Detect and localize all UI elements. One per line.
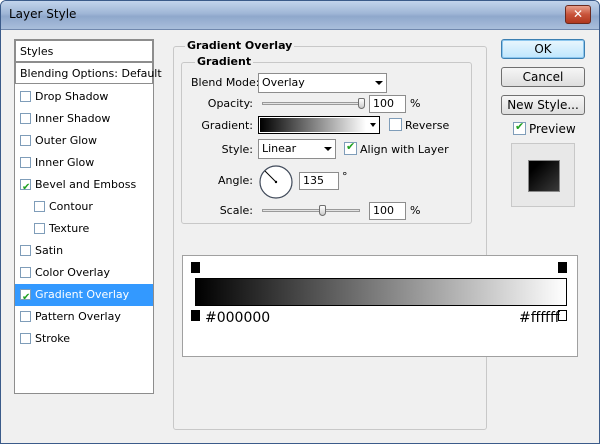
close-button[interactable]: ✕ xyxy=(565,5,591,24)
scale-slider-thumb[interactable] xyxy=(319,205,326,216)
list-item-inner-glow[interactable]: Inner Glow xyxy=(15,152,153,174)
reverse-label: Reverse xyxy=(405,119,450,132)
gradient-label: Gradient: xyxy=(201,119,253,132)
angle-input[interactable]: 135 xyxy=(299,172,339,190)
checkbox[interactable]: ✔ xyxy=(20,289,31,303)
checkbox[interactable] xyxy=(20,311,31,322)
scale-label: Scale: xyxy=(219,204,253,217)
list-item-drop-shadow[interactable]: Drop Shadow xyxy=(15,86,153,108)
styles-header[interactable]: Styles xyxy=(15,40,153,62)
color-stop-left[interactable] xyxy=(191,310,200,321)
window-title: Layer Style xyxy=(9,7,77,21)
chevron-down-icon[interactable] xyxy=(370,123,376,127)
reverse-checkbox[interactable] xyxy=(389,118,402,131)
gradient-editor: #000000 #ffffff xyxy=(182,255,578,357)
checkbox[interactable] xyxy=(20,135,31,146)
cancel-button[interactable]: Cancel xyxy=(501,67,585,87)
align-with-layer-label: Align with Layer xyxy=(360,143,449,156)
style-select[interactable]: Linear xyxy=(258,139,336,159)
list-item-bevel-and-emboss[interactable]: ✔ Bevel and Emboss xyxy=(15,174,153,196)
end-color-hex: #ffffff xyxy=(519,310,560,326)
close-icon: ✕ xyxy=(572,7,584,21)
opacity-stop-right[interactable] xyxy=(558,262,567,273)
angle-unit: ° xyxy=(342,170,348,183)
checkbox[interactable] xyxy=(20,333,31,344)
checkbox[interactable] xyxy=(20,91,31,102)
list-item-texture[interactable]: Texture xyxy=(15,218,153,240)
gradient-overlay-title: Gradient Overlay xyxy=(185,39,295,52)
dialog-content: Styles Blending Options: Default Drop Sh… xyxy=(1,30,599,443)
angle-label: Angle: xyxy=(217,174,253,187)
blend-mode-select[interactable]: Overlay xyxy=(258,73,387,93)
opacity-stop-left[interactable] xyxy=(191,262,200,273)
opacity-input[interactable]: 100 xyxy=(369,95,406,113)
list-item-outer-glow[interactable]: Outer Glow xyxy=(15,130,153,152)
checkbox[interactable]: ✔ xyxy=(20,179,31,193)
list-item-gradient-overlay[interactable]: ✔ Gradient Overlay xyxy=(15,284,153,306)
opacity-slider-thumb[interactable] xyxy=(358,98,365,109)
preview-thumbnail xyxy=(511,143,575,207)
list-item-color-overlay[interactable]: Color Overlay xyxy=(15,262,153,284)
start-color-hex: #000000 xyxy=(205,310,271,326)
list-item-satin[interactable]: Satin xyxy=(15,240,153,262)
checkbox[interactable] xyxy=(20,267,31,278)
chevron-down-icon xyxy=(375,81,383,85)
list-item-stroke[interactable]: Stroke xyxy=(15,328,153,350)
list-item-inner-shadow[interactable]: Inner Shadow xyxy=(15,108,153,130)
list-item-pattern-overlay[interactable]: Pattern Overlay xyxy=(15,306,153,328)
list-item-contour[interactable]: Contour xyxy=(15,196,153,218)
preview-label: Preview xyxy=(529,122,576,136)
chevron-down-icon xyxy=(324,147,332,151)
check-icon: ✔ xyxy=(346,140,356,153)
angle-dial[interactable] xyxy=(258,164,294,200)
preview-swatch xyxy=(528,160,560,192)
layer-style-dialog: Layer Style ✕ Styles Blending Options: D… xyxy=(0,0,600,444)
checkbox[interactable] xyxy=(20,113,31,124)
opacity-slider-track[interactable] xyxy=(262,102,362,105)
new-style-button[interactable]: New Style... xyxy=(501,95,585,115)
opacity-unit: % xyxy=(410,97,421,110)
scale-unit: % xyxy=(410,204,421,217)
checkbox[interactable] xyxy=(34,201,45,212)
scale-input[interactable]: 100 xyxy=(369,202,406,220)
style-label: Style: xyxy=(221,143,253,156)
opacity-label: Opacity: xyxy=(207,97,253,110)
checkbox[interactable] xyxy=(20,157,31,168)
checkbox[interactable] xyxy=(20,245,31,256)
gradient-picker[interactable] xyxy=(258,116,380,134)
check-icon: ✔ xyxy=(515,120,525,133)
ok-button[interactable]: OK xyxy=(501,39,585,59)
scale-slider-track[interactable] xyxy=(262,209,360,212)
title-bar[interactable]: Layer Style ✕ xyxy=(1,1,599,30)
align-with-layer-checkbox[interactable]: ✔ xyxy=(344,140,357,155)
styles-list: Styles Blending Options: Default Drop Sh… xyxy=(14,39,162,394)
preview-checkbox[interactable]: ✔ xyxy=(513,120,526,135)
checkbox[interactable] xyxy=(34,223,45,234)
gradient-group-title: Gradient xyxy=(195,55,254,68)
gradient-swatch xyxy=(260,118,366,132)
gradient-bar[interactable] xyxy=(195,278,567,306)
blend-mode-label: Blend Mode: xyxy=(191,76,260,89)
blending-options-item[interactable]: Blending Options: Default xyxy=(15,62,162,84)
